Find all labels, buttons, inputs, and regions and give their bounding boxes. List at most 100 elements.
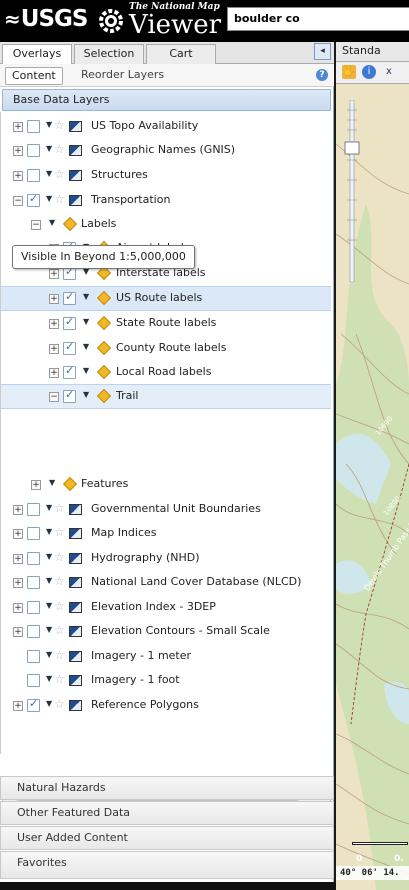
dropdown-arrow-icon[interactable]: ▼ (83, 317, 89, 326)
favorite-star-icon[interactable]: ☆ (54, 550, 65, 564)
expand-icon[interactable]: + (13, 603, 23, 613)
dropdown-arrow-icon[interactable]: ▼ (83, 342, 89, 351)
collapse-panel-button[interactable]: ◂ (314, 43, 331, 60)
pan-hand-icon[interactable]: ✋ (342, 65, 356, 79)
expand-icon[interactable]: + (49, 319, 59, 329)
layer-checkbox[interactable] (63, 315, 76, 330)
measure-icon[interactable]: x (382, 65, 396, 79)
layer-checkbox[interactable] (27, 697, 40, 712)
tab-overlays[interactable]: Overlays (2, 44, 72, 65)
layer-checkbox[interactable] (27, 674, 40, 687)
expand-icon[interactable]: + (13, 171, 23, 181)
layer-checkbox[interactable] (63, 388, 76, 403)
collapse-icon[interactable]: − (49, 392, 59, 402)
layer-checkbox[interactable] (27, 625, 40, 638)
label-diamond-icon (96, 388, 112, 404)
tab-standard-map[interactable]: Standa (336, 42, 409, 62)
scale-label: 0 (356, 854, 363, 864)
expand-icon[interactable]: + (31, 480, 41, 490)
expand-icon[interactable]: + (13, 146, 23, 156)
layer-row-trail[interactable]: − ▼ Trail (1, 384, 331, 409)
favorite-star-icon[interactable]: ☆ (54, 648, 65, 662)
usgs-logo[interactable]: ≈USGS (4, 6, 89, 32)
favorite-star-icon[interactable]: ☆ (54, 599, 65, 613)
dropdown-arrow-icon[interactable]: ▼ (83, 390, 89, 399)
content-subtabs: Content Reorder Layers (0, 64, 334, 87)
collapse-icon[interactable]: − (13, 196, 23, 206)
favorite-star-icon[interactable]: ☆ (54, 672, 65, 686)
dropdown-arrow-icon[interactable]: ▼ (49, 478, 55, 487)
map-view[interactable]: Standa ✋ i x 10600 10800 0 0. 40° 06' 14… (336, 42, 409, 890)
usgs-logo-text: USGS (20, 6, 89, 32)
expand-icon[interactable]: + (13, 627, 23, 637)
layer-row-us-route-labels[interactable]: + ▼ US Route labels (1, 286, 331, 311)
zoom-slider[interactable] (344, 100, 360, 282)
identify-info-icon[interactable]: i (362, 65, 376, 79)
layer-checkbox[interactable] (27, 650, 40, 663)
dropdown-arrow-icon[interactable]: ▼ (46, 674, 52, 683)
layer-checkbox[interactable] (27, 576, 40, 589)
subtab-content[interactable]: Content (5, 67, 63, 85)
dropdown-arrow-icon[interactable]: ▼ (46, 601, 52, 610)
layer-checkbox[interactable] (63, 364, 76, 379)
expand-icon[interactable]: + (49, 269, 59, 279)
layer-checkbox[interactable] (27, 169, 40, 182)
base-data-layers-header[interactable]: Base Data Layers (2, 89, 331, 111)
dropdown-arrow-icon[interactable]: ▼ (46, 144, 52, 153)
dropdown-arrow-icon[interactable]: ▼ (46, 552, 52, 561)
layer-checkbox[interactable] (27, 120, 40, 133)
layer-row-state-route-labels: + ▼ State Route labels (1, 313, 331, 335)
dropdown-arrow-icon[interactable]: ▼ (46, 503, 52, 512)
dropdown-arrow-icon[interactable]: ▼ (46, 120, 52, 129)
layer-checkbox[interactable] (27, 601, 40, 614)
layer-checkbox[interactable] (63, 340, 76, 355)
expand-icon[interactable]: + (49, 294, 59, 304)
layer-row-elevation-index: + ▼ ☆ Elevation Index - 3DEP (1, 597, 331, 619)
dropdown-arrow-icon[interactable]: ▼ (46, 699, 52, 708)
accordion-natural-hazards[interactable]: Natural Hazards (0, 776, 334, 800)
layer-checkbox[interactable] (27, 144, 40, 157)
dropdown-arrow-icon[interactable]: ▼ (46, 650, 52, 659)
layer-checkbox[interactable] (63, 290, 76, 305)
dropdown-arrow-icon[interactable]: ▼ (83, 292, 89, 301)
layer-icon (69, 602, 82, 613)
tab-cart[interactable]: Cart (146, 44, 216, 64)
favorite-star-icon[interactable]: ☆ (54, 697, 65, 711)
expand-icon[interactable]: + (13, 701, 23, 711)
favorite-star-icon[interactable]: ☆ (54, 525, 65, 539)
dropdown-arrow-icon[interactable]: ▼ (49, 218, 55, 227)
expand-icon[interactable]: + (13, 529, 23, 539)
favorite-star-icon[interactable]: ☆ (54, 623, 65, 637)
accordion-favorites[interactable]: Favorites (0, 851, 334, 879)
expand-icon[interactable]: + (13, 505, 23, 515)
accordion-other-featured-data[interactable]: Other Featured Data (0, 801, 334, 825)
collapse-icon[interactable]: − (31, 220, 41, 230)
expand-icon[interactable]: + (13, 122, 23, 132)
help-icon[interactable]: ? (316, 69, 328, 81)
layer-checkbox[interactable] (27, 192, 40, 207)
accordion-user-added-content[interactable]: User Added Content (0, 826, 334, 850)
search-input[interactable]: boulder co (227, 7, 409, 31)
favorite-star-icon[interactable]: ☆ (54, 501, 65, 515)
expand-icon[interactable]: + (49, 368, 59, 378)
dropdown-arrow-icon[interactable]: ▼ (46, 194, 52, 203)
dropdown-arrow-icon[interactable]: ▼ (46, 169, 52, 178)
favorite-star-icon[interactable]: ☆ (54, 118, 65, 132)
expand-icon[interactable]: + (49, 344, 59, 354)
layer-checkbox[interactable] (27, 552, 40, 565)
expand-icon[interactable]: + (13, 578, 23, 588)
dropdown-arrow-icon[interactable]: ▼ (46, 527, 52, 536)
dropdown-arrow-icon[interactable]: ▼ (46, 625, 52, 634)
favorite-star-icon[interactable]: ☆ (54, 167, 65, 181)
favorite-star-icon[interactable]: ☆ (54, 574, 65, 588)
tab-selection[interactable]: Selection (74, 44, 144, 64)
layer-checkbox[interactable] (27, 503, 40, 516)
subtab-reorder-layers[interactable]: Reorder Layers (75, 67, 170, 85)
dropdown-arrow-icon[interactable]: ▼ (46, 576, 52, 585)
layer-label: Transportation (91, 193, 171, 206)
dropdown-arrow-icon[interactable]: ▼ (83, 366, 89, 375)
layer-checkbox[interactable] (27, 527, 40, 540)
favorite-star-icon[interactable]: ☆ (54, 142, 65, 156)
favorite-star-icon[interactable]: ☆ (54, 192, 65, 206)
expand-icon[interactable]: + (13, 554, 23, 564)
